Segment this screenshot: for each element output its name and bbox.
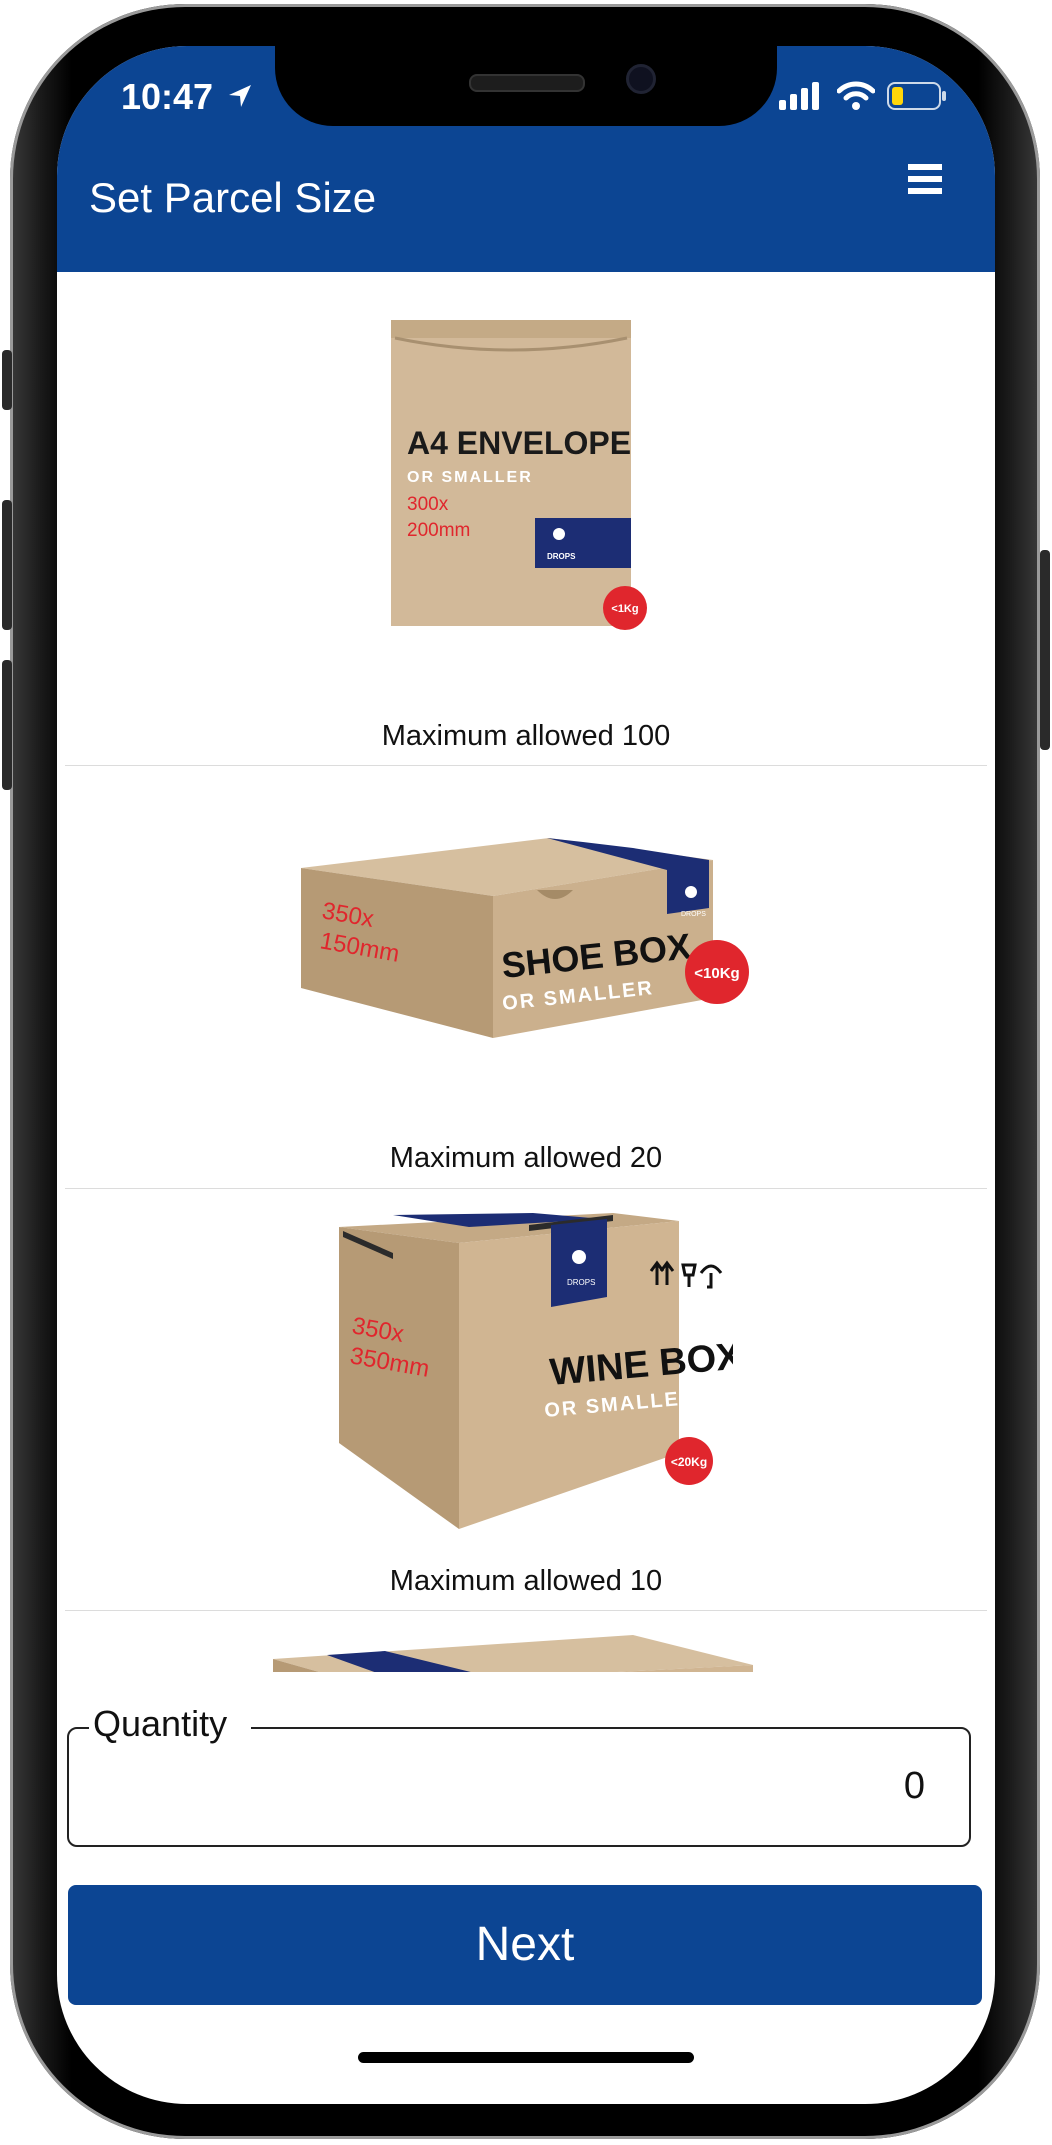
envelope-dims-2: 200mm bbox=[407, 520, 470, 541]
phone-screen: 10:47 Set Parcel Size A4 ENVELOPE OR SMA… bbox=[57, 46, 995, 2104]
wine-box-brand: DROPS bbox=[567, 1278, 595, 1287]
location-arrow-icon bbox=[229, 85, 251, 107]
envelope-weight-badge: <1Kg bbox=[611, 603, 638, 615]
front-camera bbox=[626, 64, 656, 94]
wine-box-max-allowed: Maximum allowed 10 bbox=[389, 1565, 663, 1597]
parcel-option-a4-envelope[interactable]: A4 ENVELOPE OR SMALLER 300x 200mm DROPS … bbox=[57, 272, 995, 765]
parcel-option-large-box[interactable] bbox=[57, 1611, 995, 1672]
app-header: 10:47 Set Parcel Size bbox=[57, 46, 995, 272]
parcel-size-list[interactable]: A4 ENVELOPE OR SMALLER 300x 200mm DROPS … bbox=[57, 272, 995, 1672]
shoe-box-brand: DROPS bbox=[681, 911, 706, 918]
hamburger-menu-icon[interactable] bbox=[908, 164, 942, 198]
quantity-input-value[interactable]: 0 bbox=[904, 1765, 925, 1808]
volume-up-button bbox=[2, 500, 12, 630]
wine-box-image: DROPS 350x 350mm WINE BOX OR SMALLER <20… bbox=[339, 1213, 733, 1529]
home-indicator[interactable] bbox=[358, 2052, 694, 2063]
shoe-box-max-allowed: Maximum allowed 20 bbox=[389, 1142, 663, 1174]
volume-down-button bbox=[2, 660, 12, 790]
shoe-box-weight-badge: <10Kg bbox=[694, 965, 739, 982]
earpiece-speaker bbox=[469, 74, 585, 92]
parcel-option-shoe-box[interactable]: 350x 150mm SHOE BOX OR SMALLER DROPS <10… bbox=[57, 766, 995, 1188]
shoe-box-image: 350x 150mm SHOE BOX OR SMALLER DROPS <10… bbox=[301, 838, 749, 1038]
battery-low-icon bbox=[887, 82, 946, 110]
quantity-field[interactable]: Quantity 0 bbox=[67, 1703, 971, 1847]
silent-switch bbox=[2, 350, 12, 410]
next-button[interactable]: Next bbox=[68, 1885, 982, 2005]
envelope-dims-1: 300x bbox=[407, 494, 449, 515]
envelope-brand: DROPS bbox=[547, 552, 576, 561]
parcel-option-wine-box[interactable]: DROPS 350x 350mm WINE BOX OR SMALLER <20… bbox=[57, 1189, 995, 1610]
quantity-label: Quantity bbox=[89, 1703, 252, 1745]
envelope-subtitle: OR SMALLER bbox=[407, 469, 533, 486]
wifi-icon bbox=[837, 81, 875, 110]
cellular-signal-icon bbox=[779, 82, 819, 110]
a4-envelope-image: A4 ENVELOPE OR SMALLER 300x 200mm DROPS … bbox=[391, 320, 647, 630]
envelope-max-allowed: Maximum allowed 100 bbox=[381, 720, 671, 752]
status-time: 10:47 bbox=[121, 76, 214, 117]
power-button bbox=[1040, 550, 1050, 750]
envelope-name: A4 ENVELOPE bbox=[407, 425, 631, 461]
large-box-image bbox=[273, 1635, 753, 1672]
page-title: Set Parcel Size bbox=[89, 174, 377, 221]
wine-box-weight-badge: <20Kg bbox=[671, 1455, 707, 1469]
